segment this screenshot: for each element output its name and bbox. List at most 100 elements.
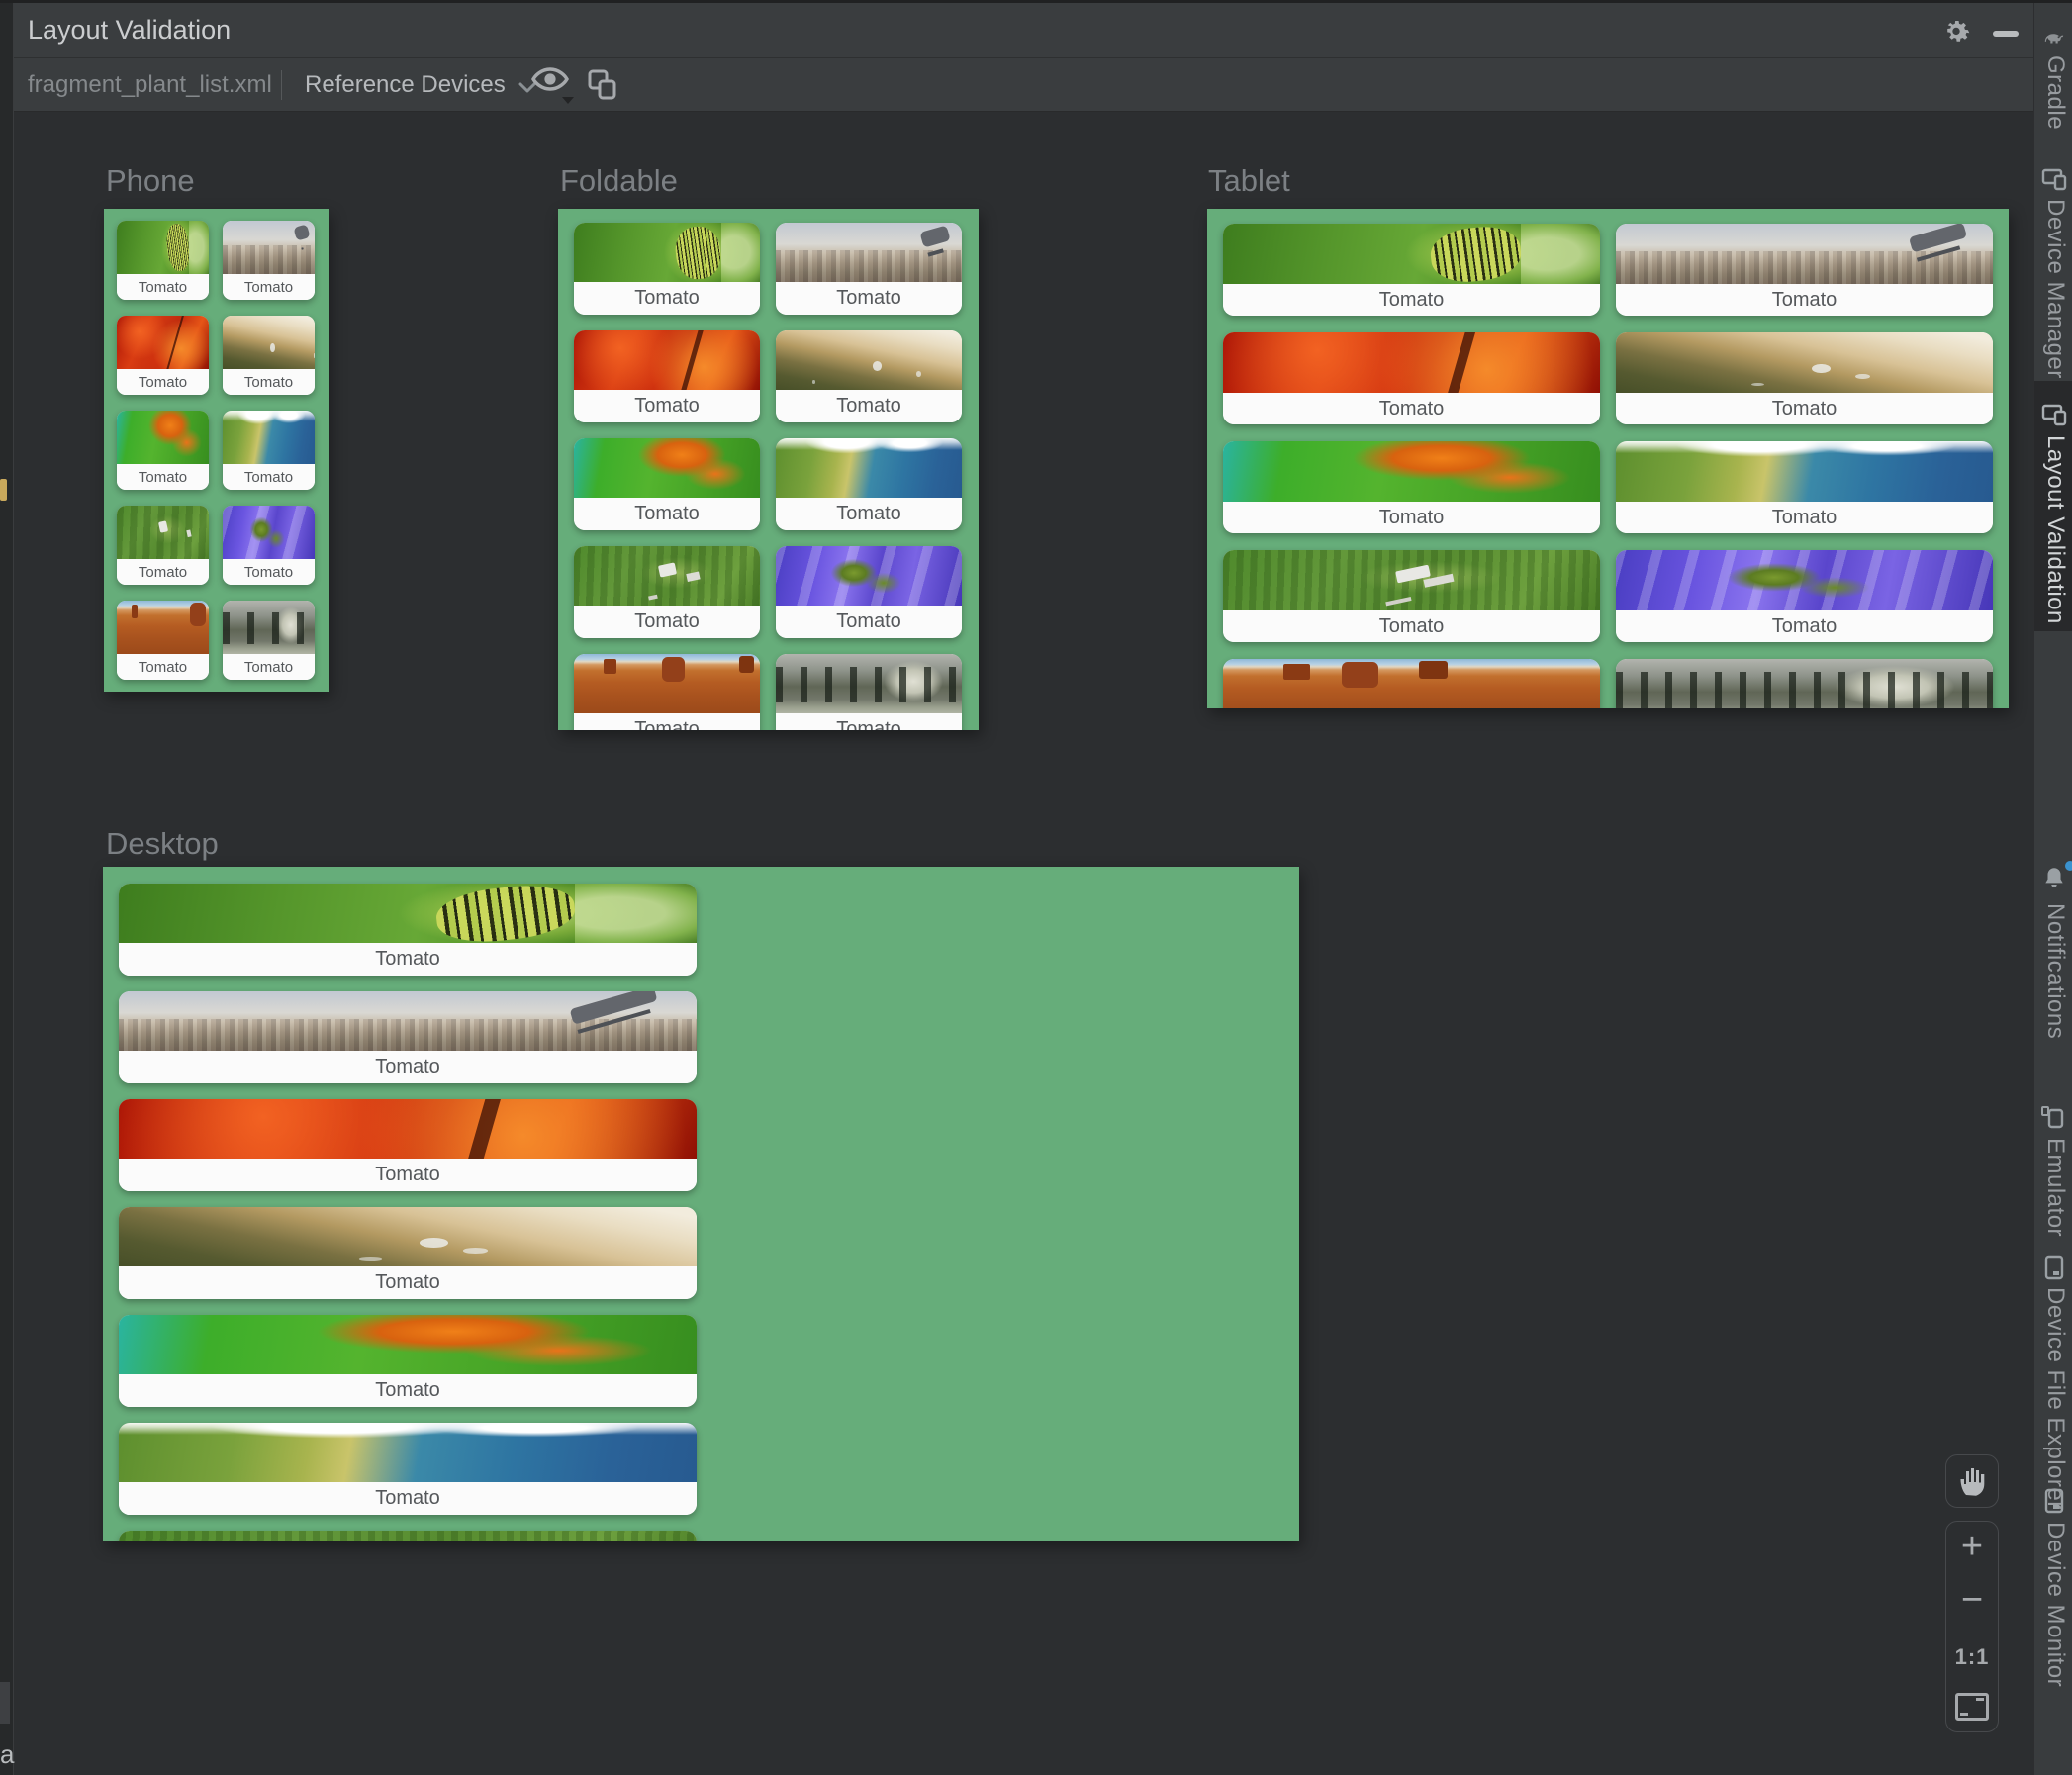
plant-card-label: Tomato: [223, 464, 315, 490]
scrollbar-fragment: [0, 1682, 10, 1724]
plant-card-label: Tomato: [1223, 610, 1600, 642]
plant-card-label: Tomato: [776, 498, 962, 530]
coastal-aerial-image: [119, 1423, 697, 1482]
preview-desktop[interactable]: Tomato Tomato Tomato Tomato Tomato Tomato Toma…: [103, 867, 1299, 1541]
plant-card-label: Tomato: [574, 713, 760, 730]
plant-card-label: Tomato: [223, 274, 315, 300]
plant-card: Tomato: [119, 1423, 697, 1515]
red-maple-leaves-image: [1223, 332, 1600, 393]
section-label-tablet: Tablet: [1208, 163, 1290, 198]
plant-card: Tomato: [574, 330, 760, 422]
sidebar-tab-label: Device Monitor: [2042, 1522, 2069, 1688]
editor-edge-strip: [0, 0, 14, 1775]
plant-card: Tomato: [1616, 659, 1993, 708]
plant-card-label: Tomato: [223, 369, 315, 395]
gray-forest-image: [1616, 659, 1993, 708]
plant-card: Tomato: [1223, 659, 1600, 708]
branch-water-drops-image: [223, 316, 315, 369]
file-name-label: fragment_plant_list.xml: [28, 71, 272, 98]
plant-card: Tomato: [117, 316, 209, 395]
red-maple-leaves-image: [574, 330, 760, 390]
plant-card: Tomato: [574, 654, 760, 730]
purple-river-image: [1616, 550, 1993, 610]
plant-card-label: Tomato: [1616, 284, 1993, 316]
device-set-dropdown[interactable]: Reference Devices: [305, 70, 537, 100]
plant-card: Tomato: [223, 316, 315, 395]
red-maple-leaves-image: [119, 1099, 697, 1159]
plant-card: Tomato: [223, 506, 315, 585]
plant-card-label: Tomato: [119, 1266, 697, 1299]
plant-card: Tomato: [223, 601, 315, 680]
sidebar-tab-label: Notifications: [2042, 903, 2069, 1040]
gear-icon[interactable]: [1939, 14, 1973, 47]
section-label-desktop: Desktop: [106, 826, 219, 861]
plant-card: Tomato: [1223, 332, 1600, 424]
farm-aerial-image: [117, 506, 209, 559]
plant-card-label: Tomato: [119, 1159, 697, 1191]
preview-foldable[interactable]: Tomato Tomato Tomato Tomato Tomato Tomato Toma…: [558, 209, 979, 730]
caterpillar-leaf-image: [574, 223, 760, 282]
plant-card-label: Tomato: [119, 1482, 697, 1515]
preview-phone[interactable]: Tomato Tomato Tomato Tomato Tomato Tomato Toma…: [104, 209, 329, 692]
zoom-in-button[interactable]: +: [1946, 1522, 1998, 1575]
coastal-aerial-image: [776, 438, 962, 498]
plant-card-label: Tomato: [776, 713, 962, 730]
layout-validation-icon: [2041, 402, 2067, 427]
purple-river-image: [223, 506, 315, 559]
device-manager-icon: [2041, 166, 2067, 192]
device-monitor-icon: [2041, 1488, 2067, 1514]
plant-card: Tomato: [1223, 441, 1600, 533]
branch-water-drops-image: [119, 1207, 697, 1266]
sidebar-tab-label: Emulator: [2042, 1138, 2069, 1238]
red-maple-leaves-image: [117, 316, 209, 369]
emulator-icon: [2041, 1104, 2067, 1130]
actual-size-button[interactable]: 1:1: [1946, 1633, 1998, 1682]
desert-buttes-image: [574, 654, 760, 713]
plant-card-label: Tomato: [223, 654, 315, 680]
plant-card: Tomato: [119, 1099, 697, 1191]
zoom-controls-group: + − 1:1: [1945, 1521, 1999, 1732]
device-file-explorer-icon: [2041, 1255, 2067, 1280]
plant-card: Tomato: [119, 1531, 697, 1541]
zoom-out-button[interactable]: −: [1946, 1575, 1998, 1633]
section-label-foldable: Foldable: [560, 163, 678, 198]
plant-card-label: Tomato: [1616, 393, 1993, 424]
plant-card: Tomato: [1223, 550, 1600, 642]
orange-maple-green-image: [119, 1315, 697, 1374]
plant-card: Tomato: [117, 506, 209, 585]
plant-card-label: Tomato: [574, 606, 760, 638]
duplicate-layers-icon[interactable]: [586, 68, 621, 104]
caterpillar-leaf-image: [1223, 224, 1600, 284]
clipped-text-artifact: a: [0, 1739, 15, 1769]
gray-forest-image: [223, 601, 315, 654]
plant-card: Tomato: [1223, 224, 1600, 316]
eye-icon[interactable]: [530, 66, 574, 106]
farm-aerial-image: [119, 1531, 697, 1541]
city-telescope-image: [223, 221, 315, 274]
fit-screen-icon[interactable]: [1946, 1682, 1998, 1731]
plant-card: Tomato: [117, 411, 209, 490]
minimize-icon[interactable]: [1993, 17, 2032, 45]
plant-card-label: Tomato: [1223, 502, 1600, 533]
gray-forest-image: [776, 654, 962, 713]
plant-card-label: Tomato: [574, 498, 760, 530]
plant-card: Tomato: [117, 221, 209, 300]
plant-card-label: Tomato: [117, 369, 209, 395]
plant-card-label: Tomato: [776, 606, 962, 638]
plant-card-label: Tomato: [119, 1051, 697, 1083]
titlebar: Layout Validation: [14, 3, 2033, 58]
plant-card: Tomato: [119, 1207, 697, 1299]
plant-card-label: Tomato: [223, 559, 315, 585]
plant-card: Tomato: [574, 223, 760, 315]
sidebar-tab-label: Layout Validation: [2042, 435, 2069, 624]
plant-card-label: Tomato: [574, 390, 760, 422]
orange-maple-green-image: [117, 411, 209, 464]
plant-card: Tomato: [574, 438, 760, 530]
plant-card: Tomato: [574, 546, 760, 638]
plant-card: Tomato: [776, 654, 962, 730]
caterpillar-leaf-image: [117, 221, 209, 274]
pan-hand-icon[interactable]: [1945, 1454, 1999, 1508]
preview-tablet[interactable]: Tomato Tomato Tomato Tomato Tomato Tomato Toma…: [1207, 209, 2009, 708]
window-top-edge: [0, 0, 2072, 3]
desert-buttes-image: [117, 601, 209, 654]
